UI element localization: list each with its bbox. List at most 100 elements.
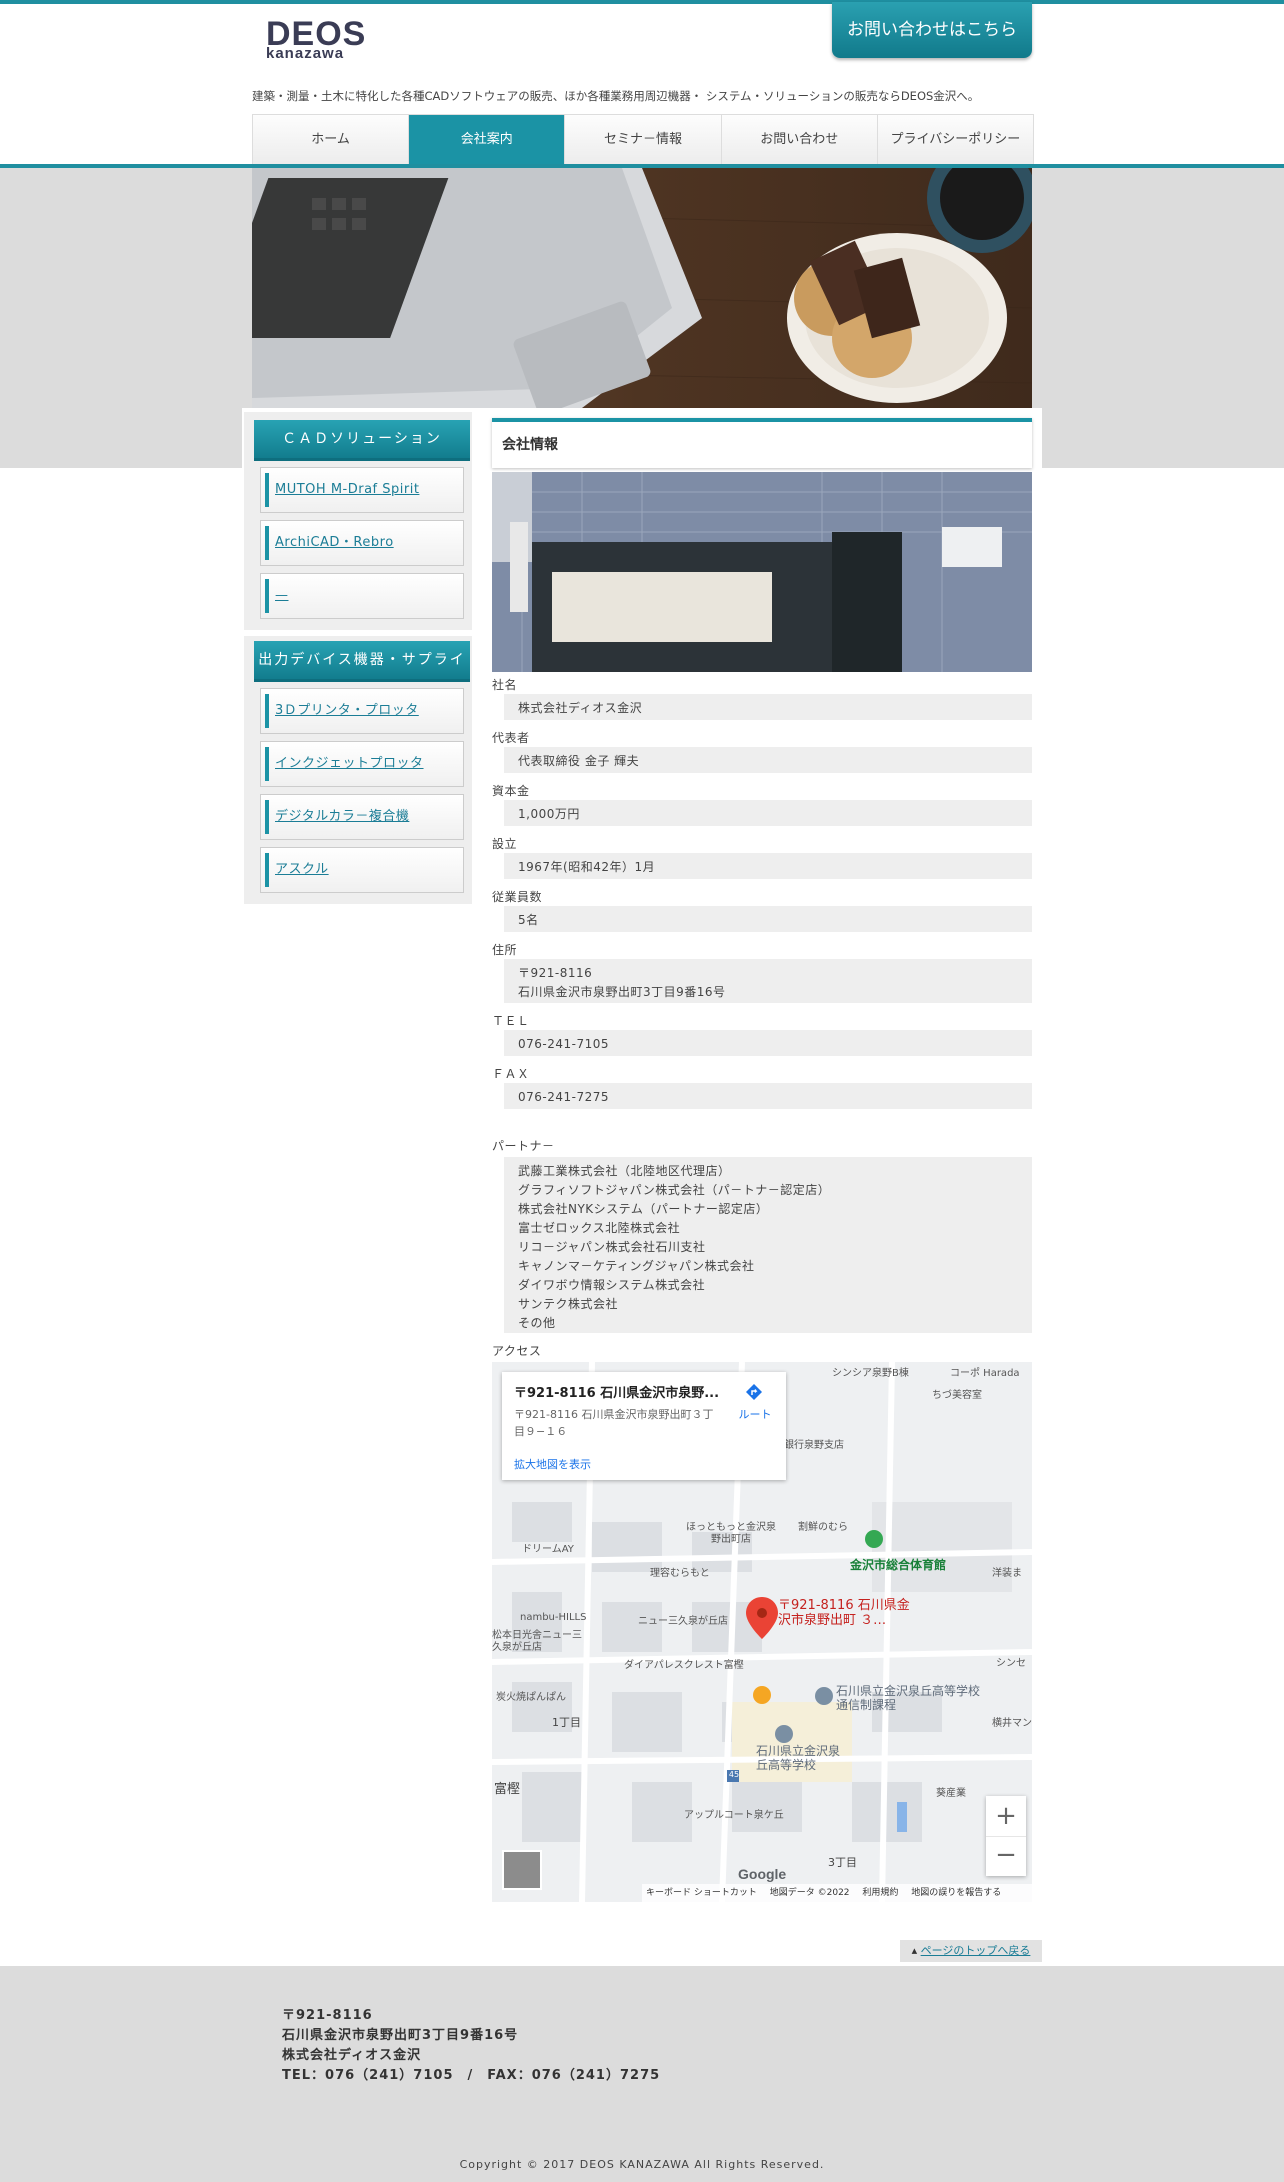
- map-info-window: 〒921-8116 石川県金沢市泉野... 〒921-8116 石川県金沢市泉野…: [502, 1372, 786, 1480]
- map-data-credit: 地図データ ©2022: [769, 1888, 850, 1898]
- sidebar-cad-title: ＣＡＤソリューション: [254, 420, 470, 461]
- zoom-in-icon[interactable]: +: [986, 1796, 1026, 1836]
- label-fax: ＦＡＸ: [492, 1067, 530, 1081]
- sidebar-link[interactable]: アスクル: [275, 848, 329, 892]
- map-place-label: 富樫: [494, 1782, 521, 1797]
- logo-subtext: kanazawa: [266, 45, 345, 62]
- site-tagline: 建築・測量・土木に特化した各種CADソフトウェアの販売、ほか各種業務用周辺機器・…: [252, 89, 980, 103]
- map-place-label: 理容むらもと: [650, 1568, 710, 1579]
- map-place-label: ほっともっと金沢泉野出町店: [686, 1522, 776, 1545]
- value-capital: 1,000万円: [504, 800, 1032, 826]
- map-place-label: 洋装ま: [992, 1568, 1022, 1579]
- label-capital: 資本金: [492, 784, 530, 798]
- map-place-label: nambu-HILLS: [520, 1612, 587, 1623]
- nav-company[interactable]: 会社案内: [409, 115, 566, 165]
- map-place-label: シンシア泉野B棟: [832, 1368, 909, 1379]
- hero-image: [252, 168, 1032, 408]
- google-logo: Google: [738, 1866, 787, 1882]
- map-place-label: シンセ: [996, 1658, 1026, 1669]
- back-to-top[interactable]: ▴ ページのトップへ戻る: [900, 1940, 1042, 1962]
- top-accent-line: [0, 0, 1284, 4]
- map-place-label: アップルコート泉ケ丘: [684, 1810, 784, 1821]
- value-representative: 代表取締役 金子 輝夫: [504, 747, 1032, 773]
- map-enlarge-link[interactable]: 拡大地図を表示: [514, 1456, 591, 1472]
- map-place-label: 金沢市総合体育館: [850, 1558, 947, 1572]
- value-address: 〒921-8116 石川県金沢市泉野出町3丁目9番16号: [504, 959, 1032, 1003]
- map-place-label: 松本日光舎ニュー三久泉が丘店: [492, 1630, 582, 1653]
- main-nav: ホーム 会社案内 セミナ－情報 お問い合わせ プライバシーポリシー: [252, 114, 1034, 165]
- footer: 〒921-8116 石川県金沢市泉野出町3丁目9番16号 株式会社ディオス金沢 …: [0, 1966, 1284, 2182]
- map-footer-bar: キーボード ショートカット 地図データ ©2022 利用規約 地図の誤りを報告す…: [642, 1884, 1032, 1902]
- label-representative: 代表者: [492, 731, 530, 745]
- map-place-label: ドリームAY: [522, 1544, 574, 1555]
- sidebar-item-askul[interactable]: アスクル: [260, 847, 464, 893]
- sidebar-link[interactable]: 3Ｄプリンタ・プロッタ: [275, 689, 419, 733]
- map-place-label: 1丁目: [552, 1716, 581, 1729]
- map-place-label: ちづ美容室: [932, 1390, 982, 1401]
- page-title-box: 会社情報: [492, 418, 1032, 468]
- logo[interactable]: DEOS kanazawa: [266, 17, 365, 62]
- value-tel: 076-241-7105: [504, 1030, 1032, 1056]
- sidebar-item-digital-color[interactable]: デジタルカラ－複合機: [260, 794, 464, 840]
- copyright: Copyright © 2017 DEOS KANAZAWA All Right…: [459, 2158, 825, 2171]
- sidebar-item-dash[interactable]: —: [260, 573, 464, 619]
- directions-icon[interactable]: [744, 1382, 764, 1402]
- nav-contact[interactable]: お問い合わせ: [722, 115, 878, 165]
- nav-privacy[interactable]: プライバシーポリシー: [878, 115, 1033, 165]
- sidebar-item-inkjet[interactable]: インクジェットプロッタ: [260, 741, 464, 787]
- value-fax: 076-241-7275: [504, 1083, 1032, 1109]
- value-partners: 武藤工業株式会社（北陸地区代理店） グラフィソフトジャパン株式会社（パ－トナ－認定…: [504, 1157, 1032, 1333]
- back-to-top-link[interactable]: ページのトップへ戻る: [921, 1944, 1031, 1957]
- label-employees: 従業員数: [492, 890, 543, 904]
- contact-button[interactable]: お問い合わせはこちら: [832, 2, 1032, 58]
- map-place-label: 割鮮のむら: [798, 1522, 848, 1533]
- label-address: 住所: [492, 943, 518, 957]
- map-place-label: 横井マン: [992, 1718, 1032, 1729]
- footer-line: TEL：076（241）7105 / FAX：076（241）7275: [282, 2068, 661, 2083]
- nav-home[interactable]: ホーム: [253, 115, 410, 165]
- map-place-label: 石川県立金沢泉丘高等学校: [756, 1744, 841, 1772]
- map-place-label: ニュー三久泉が丘店: [638, 1616, 728, 1627]
- office-photo: [492, 472, 1032, 672]
- footer-line: 株式会社ディオス金沢: [282, 2048, 422, 2063]
- directions-label[interactable]: ルート: [730, 1406, 780, 1422]
- keyboard-shortcuts-link[interactable]: キーボード ショートカット: [646, 1888, 757, 1898]
- value-company-name: 株式会社ディオス金沢: [504, 694, 1032, 720]
- terms-link[interactable]: 利用規約: [862, 1888, 898, 1898]
- report-error-link[interactable]: 地図の誤りを報告する: [911, 1888, 1001, 1898]
- sidebar-link[interactable]: —: [275, 574, 289, 618]
- nav-seminar[interactable]: セミナ－情報: [565, 115, 722, 165]
- map-place-label: 銀行泉野支店: [784, 1440, 844, 1451]
- google-map[interactable]: 〒921-8116 石川県金沢市泉野出町 ３… シンシア泉野B棟 コーポ Har…: [492, 1362, 1032, 1902]
- footer-line: 石川県金沢市泉野出町3丁目9番16号: [282, 2028, 519, 2043]
- map-zoom-controls: + −: [986, 1796, 1026, 1876]
- page-title: 会社情報: [502, 437, 558, 453]
- map-place-label: 葵産業: [936, 1788, 966, 1799]
- label-tel: ＴＥＬ: [492, 1014, 530, 1028]
- map-road-number: 45: [728, 1770, 740, 1779]
- sidebar-link[interactable]: インクジェットプロッタ: [275, 742, 424, 786]
- label-partners: パートナ－: [492, 1139, 555, 1153]
- sidebar-link[interactable]: デジタルカラ－複合機: [275, 795, 409, 839]
- map-place-label: ダイアパレスクレスト富樫: [624, 1660, 744, 1671]
- sidebar-link[interactable]: ArchiCAD・Rebro: [275, 521, 394, 565]
- label-founded: 設立: [492, 837, 518, 851]
- value-employees: 5名: [504, 906, 1032, 932]
- map-popup-title: 〒921-8116 石川県金沢市泉野...: [514, 1386, 720, 1401]
- footer-address: 〒921-8116 石川県金沢市泉野出町3丁目9番16号 株式会社ディオス金沢 …: [282, 2006, 660, 2086]
- map-marker-label: 〒921-8116 石川県金沢市泉野出町 ３…: [778, 1598, 910, 1628]
- sidebar-link[interactable]: MUTOH M-Draf Spirit: [275, 468, 419, 512]
- zoom-out-icon[interactable]: −: [986, 1836, 1026, 1877]
- map-place-label: コーポ Harada: [950, 1368, 1020, 1379]
- map-place-label: 石川県立金沢泉丘高等学校 通信制課程: [836, 1684, 981, 1712]
- sidebar-item-mutoh[interactable]: MUTOH M-Draf Spirit: [260, 467, 464, 513]
- sidebar-item-archicad[interactable]: ArchiCAD・Rebro: [260, 520, 464, 566]
- sidebar-device-title: 出力デバイス機器・サプライ: [254, 641, 470, 682]
- map-place-label: 炭火焼ぱんぱん: [496, 1692, 566, 1703]
- footer-line: 〒921-8116: [282, 2008, 373, 2023]
- map-place-label: 3丁目: [828, 1856, 857, 1869]
- sidebar-item-3dprinter[interactable]: 3Ｄプリンタ・プロッタ: [260, 688, 464, 734]
- value-founded: 1967年(昭和42年）1月: [504, 853, 1032, 879]
- streetview-thumbnail-icon[interactable]: [502, 1850, 542, 1890]
- label-access: アクセス: [492, 1344, 542, 1358]
